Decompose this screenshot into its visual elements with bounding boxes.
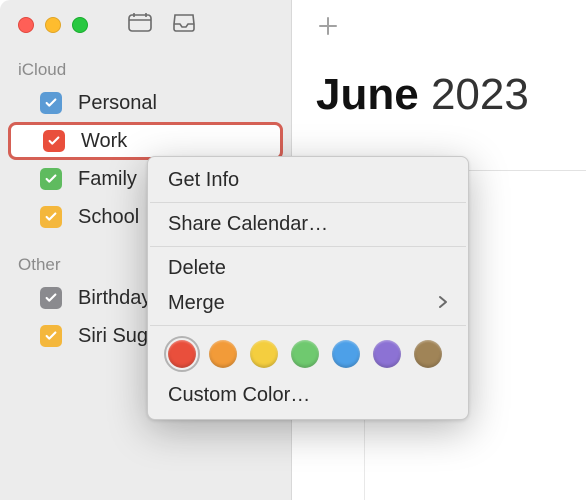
checkbox-icon[interactable] (40, 287, 62, 309)
calendars-icon[interactable] (128, 12, 152, 38)
divider (150, 246, 466, 247)
checkbox-icon[interactable] (40, 168, 62, 190)
context-menu: Get Info Share Calendar… Delete Merge Cu… (147, 156, 469, 420)
color-swatch[interactable] (414, 340, 442, 368)
minimize-window-button[interactable] (45, 17, 61, 33)
sidebar-item-personal[interactable]: Personal (0, 84, 291, 122)
page-title: June 2023 (316, 70, 586, 120)
titlebar (0, 0, 586, 50)
sidebar-item-work[interactable]: Work (8, 122, 283, 160)
window-controls (0, 17, 88, 33)
menu-item-label: Merge (168, 292, 225, 315)
menu-item-custom-color[interactable]: Custom Color… (148, 378, 468, 413)
color-swatch[interactable] (209, 340, 237, 368)
menu-item-get-info[interactable]: Get Info (148, 163, 468, 198)
color-swatch[interactable] (250, 340, 278, 368)
checkbox-icon[interactable] (40, 325, 62, 347)
chevron-right-icon (438, 292, 448, 315)
month-label: June (316, 70, 419, 119)
divider (150, 202, 466, 203)
divider (150, 325, 466, 326)
zoom-window-button[interactable] (72, 17, 88, 33)
menu-item-merge[interactable]: Merge (148, 286, 468, 321)
sidebar-item-label: Personal (78, 92, 157, 115)
checkbox-icon[interactable] (40, 206, 62, 228)
color-swatch[interactable] (332, 340, 360, 368)
color-swatch-row (148, 330, 468, 378)
menu-item-share-calendar[interactable]: Share Calendar… (148, 207, 468, 242)
checkbox-icon[interactable] (43, 130, 65, 152)
checkbox-icon[interactable] (40, 92, 62, 114)
color-swatch[interactable] (291, 340, 319, 368)
sidebar-item-label: Family (78, 168, 137, 191)
inbox-icon[interactable] (172, 12, 196, 38)
close-window-button[interactable] (18, 17, 34, 33)
year-label: 2023 (431, 70, 529, 119)
color-swatch[interactable] (168, 340, 196, 368)
sidebar-section-header: iCloud (0, 55, 291, 84)
menu-item-delete[interactable]: Delete (148, 251, 468, 286)
sidebar-item-label: School (78, 206, 139, 229)
sidebar-item-label: Work (81, 130, 127, 153)
color-swatch[interactable] (373, 340, 401, 368)
